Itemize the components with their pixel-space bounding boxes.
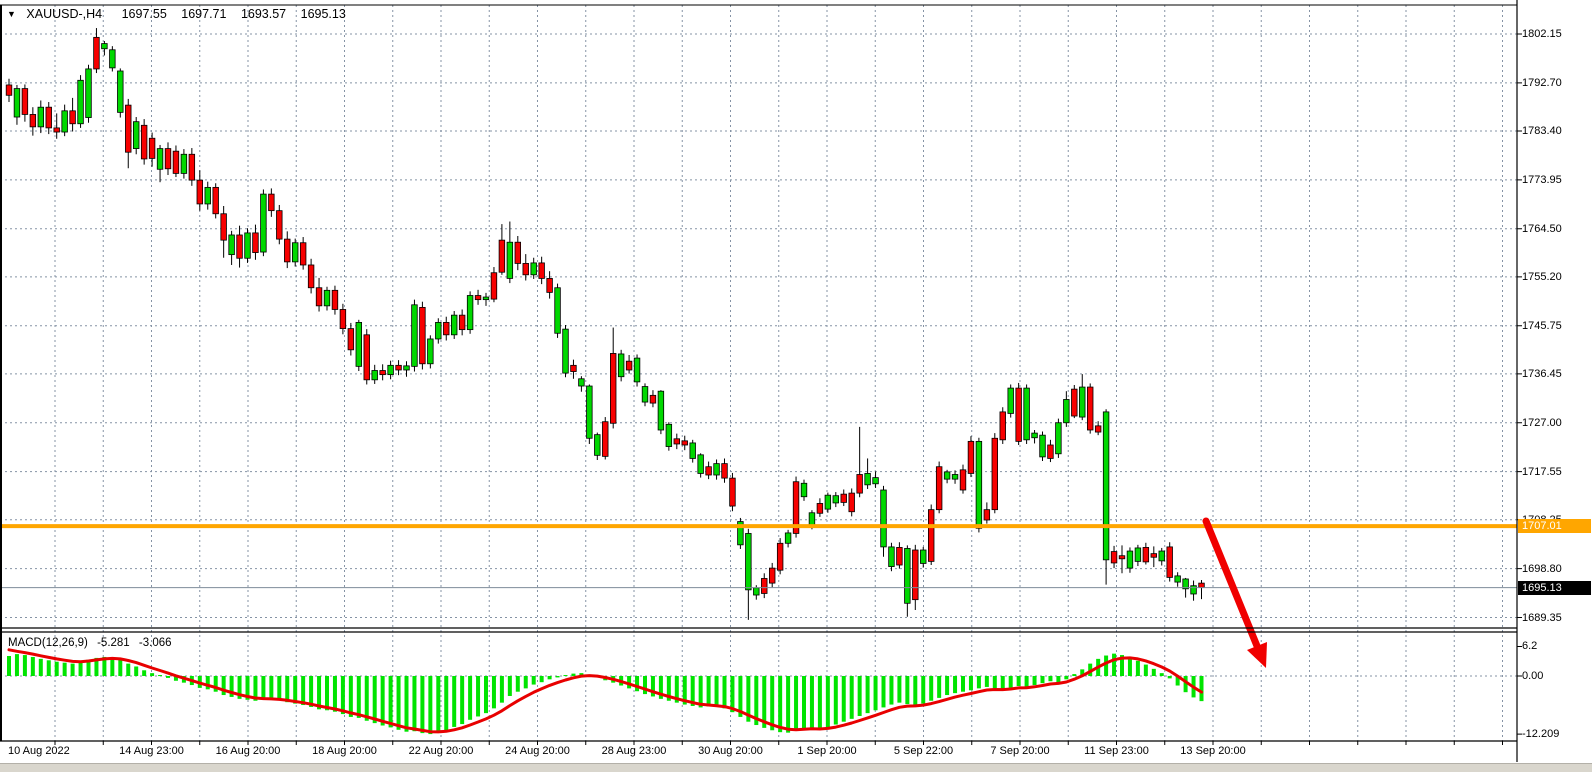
time-axis-label: 18 Aug 20:00 <box>312 745 377 757</box>
macd-name: MACD(12,26,9) <box>8 637 88 649</box>
time-axis-label: 14 Aug 23:00 <box>119 745 184 757</box>
ohlc-low: 1693.57 <box>241 7 286 21</box>
chart-title: ▼ XAUUSD-,H4 1697.55 1697.71 1693.57 169… <box>7 7 357 21</box>
price-axis-label: 1745.75 <box>1522 319 1562 333</box>
macd-axis-label: 6.2 <box>1522 639 1537 653</box>
time-axis-label: 10 Aug 2022 <box>8 745 70 757</box>
time-axis-label: 24 Aug 20:00 <box>505 745 570 757</box>
window-bottom-strip <box>0 763 1592 772</box>
time-axis-label: 16 Aug 20:00 <box>216 745 281 757</box>
macd-indicator-label: MACD(12,26,9) -5.281 -3.066 <box>8 637 178 649</box>
time-axis-label: 22 Aug 20:00 <box>409 745 474 757</box>
time-axis-label: 13 Sep 20:00 <box>1180 745 1245 757</box>
price-axis-label: 1773.95 <box>1522 173 1562 187</box>
time-axis-label: 28 Aug 23:00 <box>602 745 667 757</box>
price-axis-label: 1802.15 <box>1522 27 1562 41</box>
time-axis-label: 30 Aug 20:00 <box>698 745 763 757</box>
symbol-dropdown-icon[interactable]: ▼ <box>7 9 16 19</box>
price-axis-label: 1792.70 <box>1522 76 1562 90</box>
time-axis-label: 7 Sep 20:00 <box>990 745 1049 757</box>
price-axis-label: 1736.45 <box>1522 367 1562 381</box>
price-axis-label: 1764.50 <box>1522 222 1562 236</box>
macd-axis-label: 0.00 <box>1522 669 1543 683</box>
ohlc-close: 1695.13 <box>301 7 346 21</box>
price-axis-label: 1689.35 <box>1522 611 1562 625</box>
price-axis-label: 1783.40 <box>1522 124 1562 138</box>
price-axis-label: 1755.20 <box>1522 270 1562 284</box>
hline-price-tag[interactable]: 1707.01 <box>1518 519 1591 533</box>
time-axis-label: 1 Sep 20:00 <box>797 745 856 757</box>
ohlc-open: 1697.55 <box>122 7 167 21</box>
ohlc-high: 1697.71 <box>181 7 226 21</box>
chart-canvas[interactable] <box>0 0 1592 772</box>
macd-axis-label: -12.209 <box>1522 727 1559 741</box>
price-axis-label: 1717.55 <box>1522 465 1562 479</box>
price-axis-label: 1727.00 <box>1522 416 1562 430</box>
macd-main-value: -5.281 <box>97 637 130 649</box>
symbol-period-label: XAUUSD-,H4 <box>26 7 102 21</box>
time-axis-label: 5 Sep 22:00 <box>894 745 953 757</box>
current-price-tag: 1695.13 <box>1518 581 1591 595</box>
price-axis-label: 1698.80 <box>1522 562 1562 576</box>
macd-signal-value: -3.066 <box>139 637 172 649</box>
trading-chart-window: ▼ XAUUSD-,H4 1697.55 1697.71 1693.57 169… <box>0 0 1592 772</box>
time-axis-label: 11 Sep 23:00 <box>1084 745 1149 757</box>
